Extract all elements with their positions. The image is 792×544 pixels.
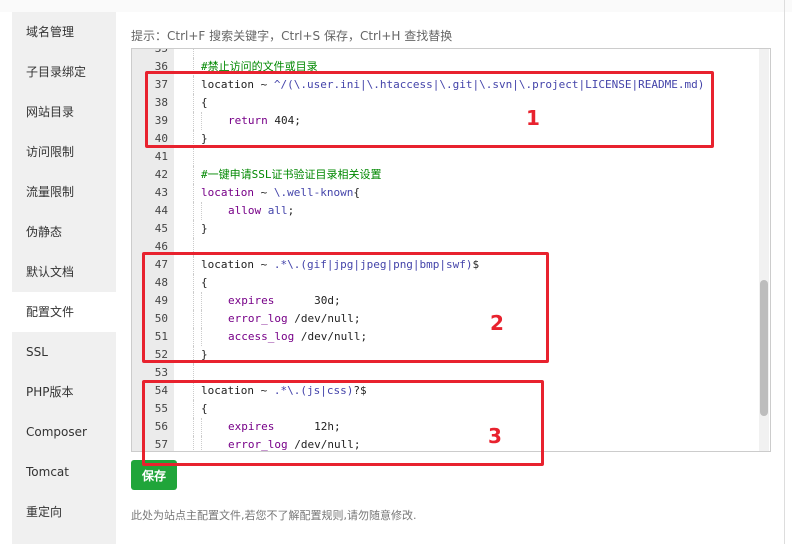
sidebar-item[interactable]: 网站目录 [12,92,116,132]
sidebar-item[interactable]: 域名管理 [12,12,116,52]
sidebar-item[interactable]: 配置文件 [12,292,116,332]
sidebar-item[interactable]: 子目录绑定 [12,52,116,92]
code-token: #一键申请SSL证书验证目录相关设置 [201,168,382,181]
code-line[interactable]: 35 [132,48,770,58]
annotation-box-1 [145,71,714,148]
sidebar: 域名管理 子目录绑定 网站目录 访问限制 流量限制 伪静态 默认文档 配置文件 SSL PHP版本… [12,12,116,544]
code-token: \.well-known [273,186,354,199]
line-number: 35 [154,48,168,55]
annotation-label-3: 3 [488,424,502,448]
sidebar-item[interactable]: PHP版本 [12,372,116,412]
sidebar-item[interactable]: 伪静态 [12,212,116,252]
scrollbar-thumb[interactable] [760,280,768,416]
top-bar [0,0,792,12]
indent-guide [201,202,202,220]
line-number: 44 [154,204,168,217]
code-token: { [353,186,360,199]
code-text: } [201,220,208,238]
annotation-label-2: 2 [490,311,504,335]
line-number: 42 [154,168,168,181]
hint-text: 提示：Ctrl+F 搜索关键字，Ctrl+S 保存，Ctrl+H 查找替换 [131,29,453,43]
config-warning-note: 此处为站点主配置文件,若您不了解配置规则,请勿随意修改. [131,509,417,522]
code-line[interactable]: 41 [132,148,770,166]
sidebar-item[interactable]: 默认文档 [12,252,116,292]
annotation-label-1: 1 [526,106,540,130]
indent-guide [193,184,194,202]
code-line[interactable]: 45} [132,220,770,238]
line-number: 45 [154,222,168,235]
code-token: allow [228,204,262,217]
code-text: #一键申请SSL证书验证目录相关设置 [201,166,382,184]
code-token: location [201,186,254,199]
indent-guide [193,220,194,238]
code-line[interactable]: 43 location ~ \.well-known{ [132,184,770,202]
annotation-box-2 [142,252,549,363]
line-number: 43 [154,186,168,199]
sidebar-item[interactable]: 重定向 [12,492,116,532]
code-text: location ~ \.well-known{ [201,184,360,202]
annotation-box-3 [142,380,544,466]
sidebar-item[interactable]: Tomcat [12,452,116,492]
line-number: 41 [154,150,168,163]
indent-guide [193,166,194,184]
indent-guide [193,49,194,58]
indent-guide [193,202,194,220]
sidebar-item[interactable]: 流量限制 [12,172,116,212]
sidebar-item[interactable]: 访问限制 [12,132,116,172]
divider [784,0,785,544]
code-token: all [267,204,288,217]
code-text: allow all; [228,202,294,220]
code-token: ~ [253,186,274,199]
code-line[interactable]: 42 #一键申请SSL证书验证目录相关设置 [132,166,770,184]
vertical-scrollbar[interactable] [759,49,769,451]
indent-guide [193,148,194,166]
sidebar-item[interactable]: Composer [12,412,116,452]
code-token: } [201,222,208,235]
code-token: ; [287,204,295,217]
sidebar-item[interactable]: SSL [12,332,116,372]
code-line[interactable]: 44 allow all; [132,202,770,220]
